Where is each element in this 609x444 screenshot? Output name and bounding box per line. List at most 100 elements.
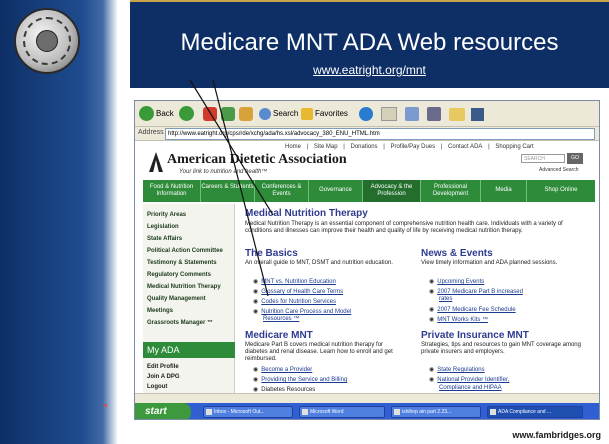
seal-logo-icon [14,8,80,74]
private-link-cont[interactable]: Compliance and HIPAA [439,385,502,392]
sidebar-item-priority-areas[interactable]: Priority Areas [147,212,186,218]
sidebar-item-state-affairs[interactable]: State Affairs [147,236,182,242]
news-link[interactable]: 2007 Medicare Part B increased [429,288,523,295]
taskbar-item[interactable]: ishihep ain part 2.23... [391,406,481,418]
slide-url-link[interactable]: www.eatright.org/mnt [130,63,609,77]
back-arrow-icon [139,106,154,122]
top-link-home[interactable]: Home [285,144,301,150]
top-link-contact[interactable]: Contact ADA [448,144,482,150]
favorites-label: Favorites [315,109,348,118]
site-search-input[interactable]: SEARCH [521,154,565,163]
top-link-site-map[interactable]: Site Map [314,144,338,150]
taskbar: start Inbox - Microsoft Out... Microsoft… [135,403,599,419]
main-nav: Food & Nutrition Information Careers & S… [143,180,595,202]
news-link[interactable]: 2007 Medicare Fee Schedule [429,306,515,313]
advanced-search-link[interactable]: Advanced Search [539,167,578,173]
favorites-button[interactable]: Favorites [301,105,348,122]
star-icon [301,107,313,120]
medicare-link[interactable]: Become a Provider [253,366,312,373]
nav-item-media[interactable]: Media [481,180,527,202]
forward-button[interactable] [179,105,196,122]
news-link-cont[interactable]: rates [439,296,452,303]
sidebar: Priority Areas Legislation State Affairs… [143,204,235,393]
nav-item-conferences[interactable]: Conferences & Events [255,180,309,202]
taskbar-item[interactable]: Microsoft Word [299,406,385,418]
seal-core [36,30,58,52]
taskbar-item[interactable]: Inbox - Microsoft Out... [203,406,293,418]
news-link[interactable]: Upcoming Events [429,278,484,285]
medicare-link[interactable]: Diabetes Resources [253,386,315,393]
site-search-go-button[interactable]: GO [567,153,583,164]
address-label: Address [138,129,164,136]
slide: Medicare MNT ADA Web resources www.eatri… [0,0,609,444]
back-label: Back [156,109,174,118]
basics-text: An overall guide to MNT, DSMT and nutrit… [245,260,393,266]
bullet-dot [104,404,107,407]
sidebar-item-testimony[interactable]: Testimony & Statements [147,260,217,266]
nav-item-food-nutrition[interactable]: Food & Nutrition Information [143,180,201,202]
forward-arrow-icon [179,106,194,122]
nav-item-shop-online[interactable]: Shop Online [527,180,595,202]
medicare-link[interactable]: Providing the Service and Billing [253,376,347,383]
grid-icon[interactable] [471,108,484,121]
nav-item-governance[interactable]: Governance [309,180,363,202]
sidebar-item-mnt[interactable]: Medical Nutrition Therapy [147,284,221,290]
nav-item-professional-development[interactable]: Professional Development [421,180,481,202]
start-button[interactable]: start [135,403,191,419]
top-link-profile[interactable]: Profile/Pay Dues [390,144,435,150]
mnt-text: Medical Nutrition Therapy is an essentia… [245,221,563,234]
search-button[interactable]: Search [259,105,298,122]
status-bar [135,393,599,403]
search-icon [259,107,271,120]
news-heading: News & Events [421,248,493,259]
news-link[interactable]: MNT Works Kits ™ [429,316,488,323]
mnt-heading: Medical Nutrition Therapy [245,208,368,219]
basics-link[interactable]: Codes for Nutrition Services [253,298,336,305]
basics-link-cont[interactable]: Resources ™ [263,316,299,323]
ada-logo-icon [149,152,163,172]
media-icon[interactable] [359,107,373,121]
my-ada-join-dpg[interactable]: Join A DPG [147,374,180,380]
top-link-sep: | [488,144,490,150]
private-link[interactable]: National Provider Identifier, [429,376,509,383]
org-name: American Dietetic Association [167,152,347,167]
basics-link[interactable]: MNT vs. Nutrition Education [253,278,336,285]
sidebar-item-pac[interactable]: Political Action Committee [147,248,223,254]
basics-link[interactable]: Nutrition Care Process and Model [253,308,351,315]
sidebar-item-regulatory[interactable]: Regulatory Comments [147,272,211,278]
browser-toolbar: Back Search Favorites [135,101,599,127]
edit-icon[interactable] [427,107,441,121]
my-ada-edit-profile[interactable]: Edit Profile [147,364,179,370]
nav-item-careers[interactable]: Careers & Students [201,180,255,202]
nav-item-advocacy[interactable]: Advocacy & the Profession [363,180,421,202]
home-icon[interactable] [239,107,253,121]
address-input[interactable]: http://www.eatright.org/cps/rde/xchg/ada… [165,128,595,140]
sidebar-item-legislation[interactable]: Legislation [147,224,179,230]
back-button[interactable]: Back [139,105,174,122]
org-tagline: Your link to nutrition and health™ [179,169,268,175]
medicare-heading: Medicare MNT [245,330,313,341]
title-bar: Medicare MNT ADA Web resources www.eatri… [130,0,609,88]
private-text: Strategies, tips and resources to gain M… [421,342,581,355]
print-icon[interactable] [405,107,419,121]
top-link-donations[interactable]: Donations [351,144,378,150]
main-content: Medical Nutrition Therapy Medical Nutrit… [241,204,595,393]
top-link-sep: | [440,144,443,150]
refresh-icon[interactable] [221,107,235,121]
sidebar-item-quality[interactable]: Quality Management [147,296,206,302]
mail-icon[interactable] [381,107,397,121]
folder-icon[interactable] [449,108,465,121]
medicare-text: Medicare Part B covers medical nutrition… [245,342,393,362]
basics-link[interactable]: Glossary of Health Care Terms [253,288,343,295]
taskbar-item[interactable]: ADA Compliance and ... [487,406,583,418]
top-link-cart[interactable]: Shopping Cart [495,144,533,150]
private-link[interactable]: State Regulations [429,366,484,373]
sidebar-item-grassroots[interactable]: Grassroots Manager ™ [147,320,213,326]
top-link-sep: | [383,144,385,150]
news-text: View timely information and ADA planned … [421,260,558,266]
my-ada-header: My ADA [143,342,235,358]
top-link-sep: | [306,144,309,150]
my-ada-logout[interactable]: Logout [147,384,167,390]
stop-icon[interactable] [203,107,217,121]
sidebar-item-meetings[interactable]: Meetings [147,308,173,314]
